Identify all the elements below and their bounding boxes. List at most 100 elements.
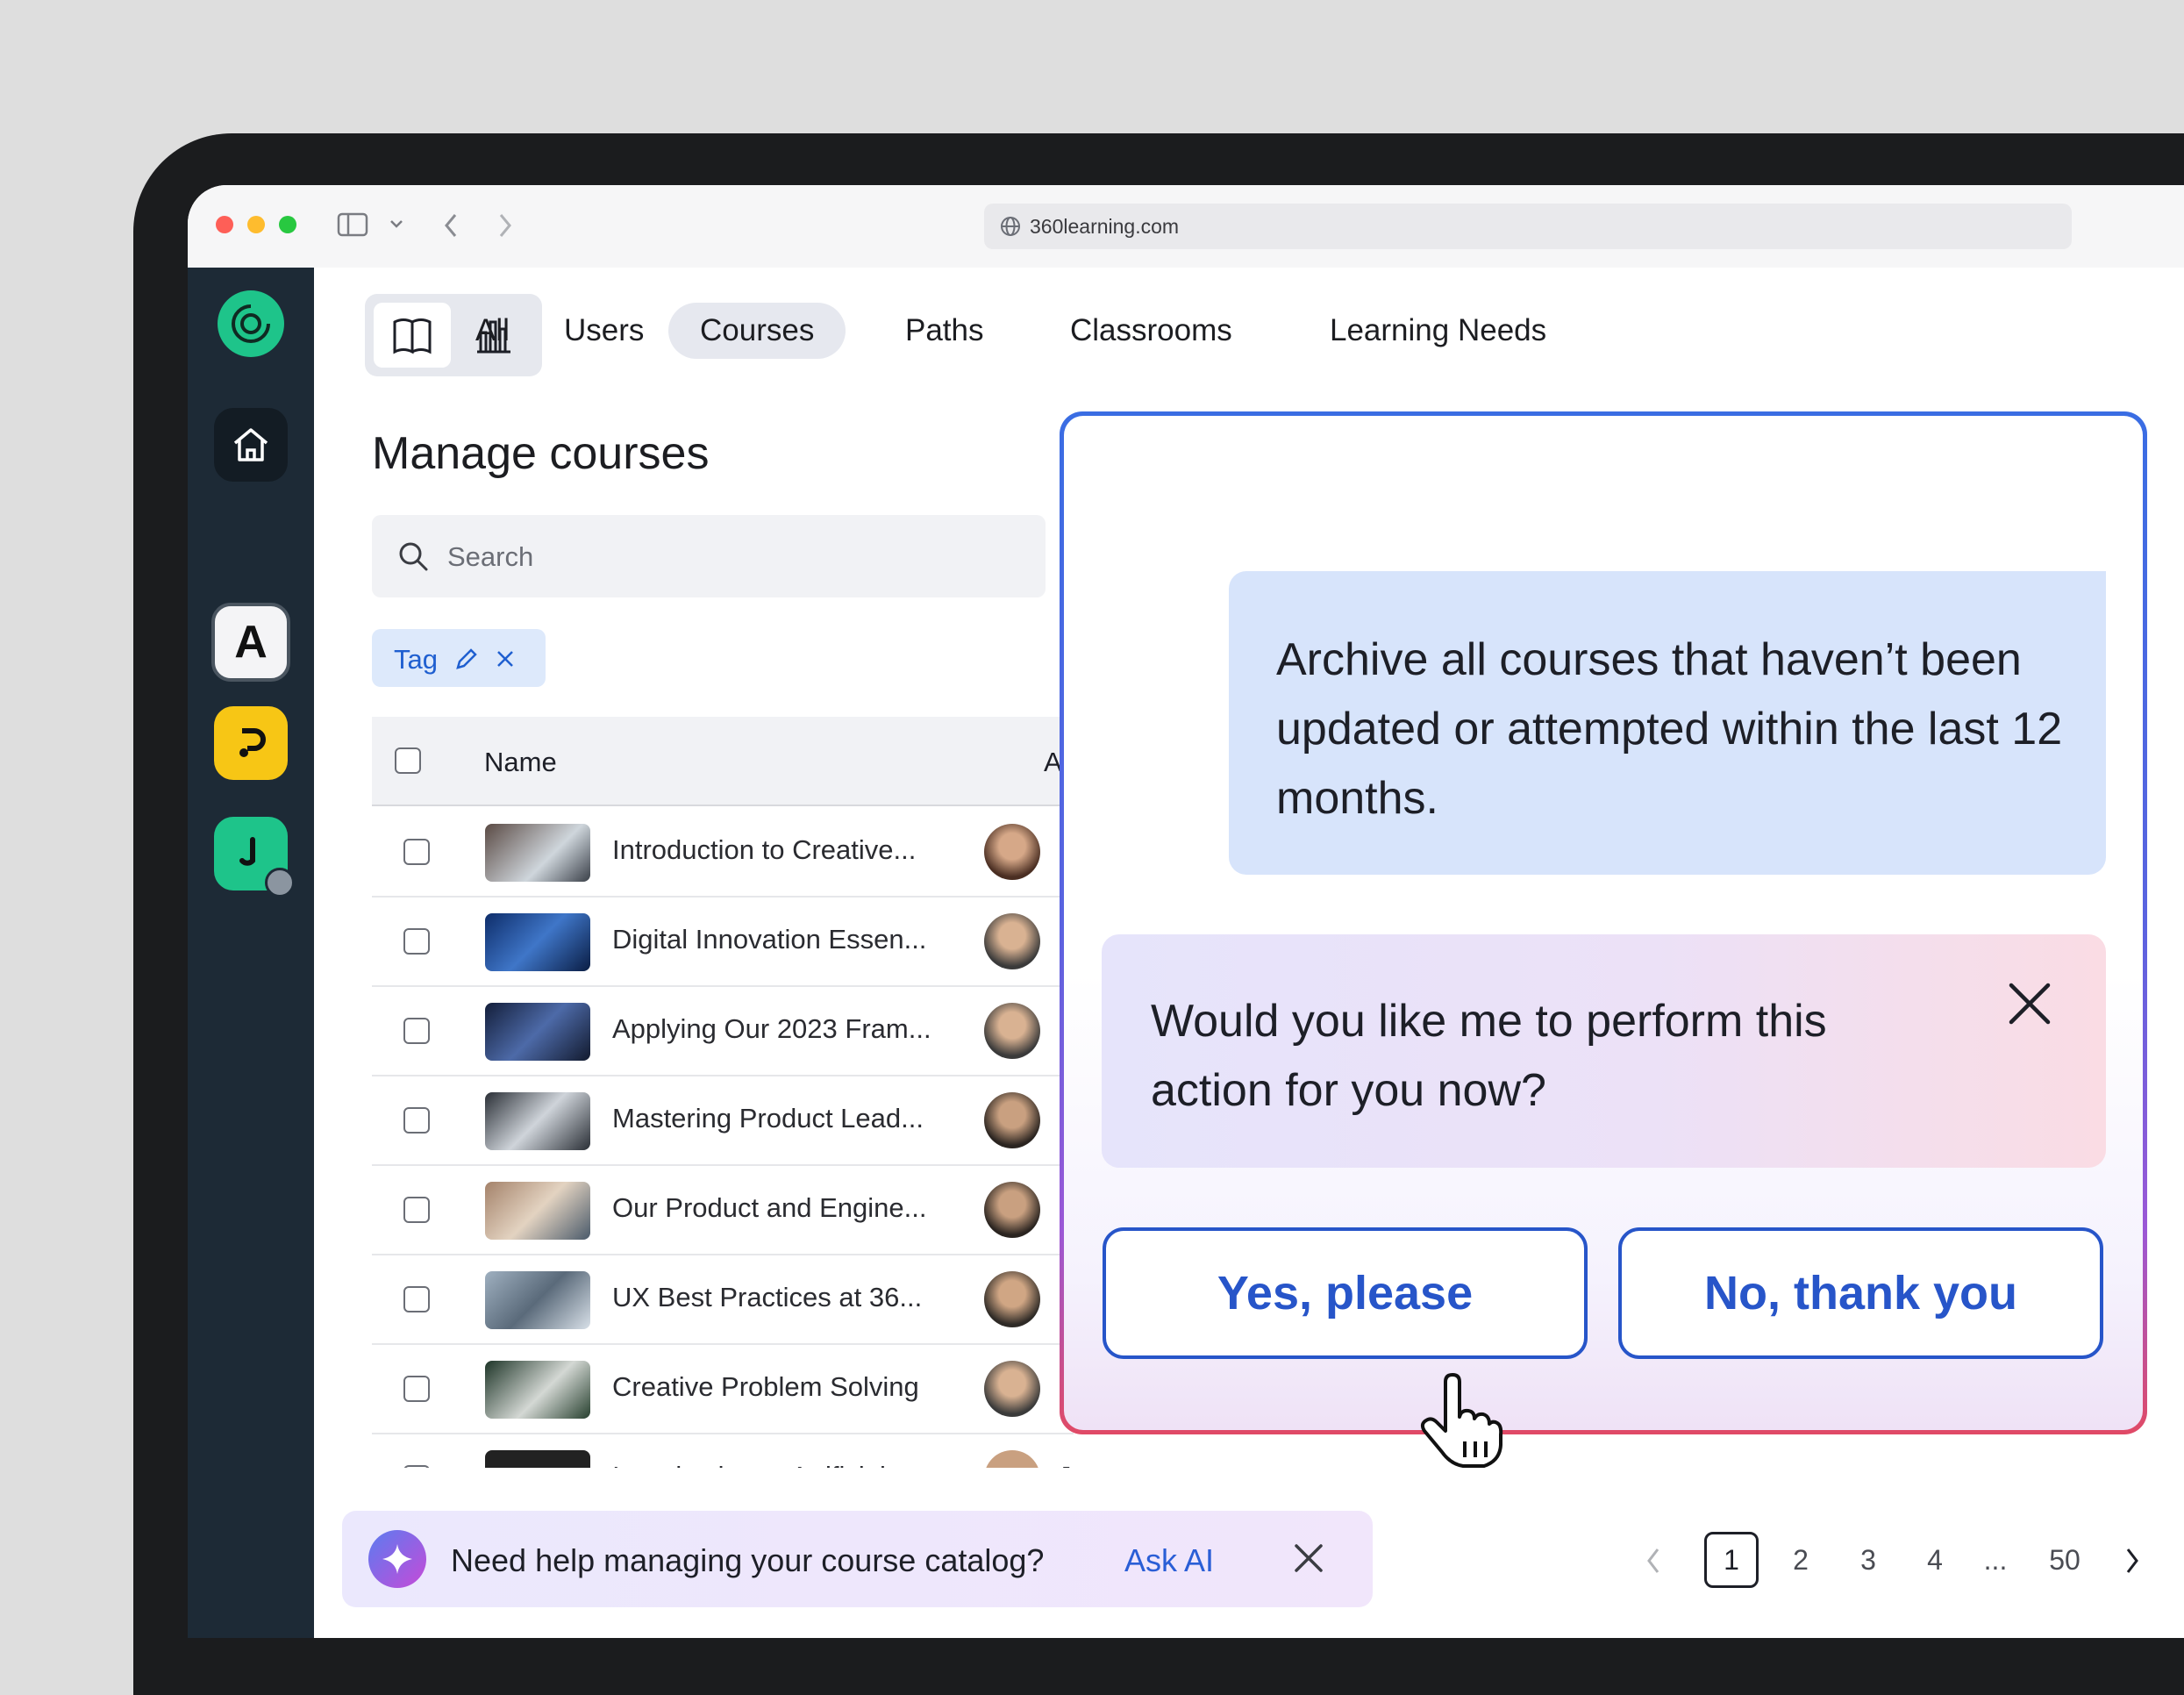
course-thumbnail (485, 1450, 590, 1468)
assistant-question-text: Would you like me to perform this action… (1151, 996, 1827, 1116)
url-text: 360learning.com (1030, 215, 1180, 238)
workspace-green-icon (239, 837, 255, 866)
sidebar-item-workspace-yellow[interactable] (214, 706, 288, 780)
helper-text: Need help managing your course catalog? (451, 1542, 1045, 1578)
tag-filter-chip[interactable]: Tag (372, 629, 546, 687)
row-checkbox[interactable] (403, 839, 430, 865)
table-row[interactable]: Our Product and Engine... (372, 1164, 1074, 1255)
address-bar[interactable]: 360learning.com (984, 204, 2072, 249)
course-thumbnail (485, 913, 590, 971)
app-sidebar: A (188, 268, 314, 1638)
row-checkbox[interactable] (403, 1465, 430, 1468)
table-row[interactable]: Creative Problem Solving (372, 1343, 1074, 1434)
close-helper-icon[interactable] (1291, 1541, 1326, 1576)
minimize-window-button[interactable] (247, 216, 265, 233)
tab-paths[interactable]: Paths (874, 303, 1016, 359)
table-row[interactable]: Digital Innovation Essen... (372, 896, 1074, 987)
assistant-question-card: Would you like me to perform this action… (1102, 934, 2106, 1168)
sidebar-toggle-icon[interactable] (337, 211, 368, 238)
sidebar-item-home[interactable] (214, 408, 288, 482)
tab-classrooms[interactable]: Classrooms (1038, 303, 1264, 359)
next-page-icon[interactable] (2123, 1546, 2142, 1576)
avatar (984, 1271, 1040, 1327)
catalog-view-button[interactable] (374, 303, 451, 368)
ask-ai-link[interactable]: Ask AI (1124, 1542, 1214, 1579)
tab-all[interactable]: All (444, 303, 541, 359)
course-thumbnail (485, 1271, 590, 1329)
browser-toolbar: 360learning.com (188, 185, 2184, 268)
no-thank-you-button[interactable]: No, thank you (1618, 1227, 2103, 1359)
select-all-checkbox[interactable] (395, 747, 421, 774)
close-window-button[interactable] (216, 216, 233, 233)
row-checkbox[interactable] (403, 1197, 430, 1223)
course-name: Applying Our 2023 Fram... (612, 1013, 931, 1044)
course-name: Digital Innovation Essen... (612, 924, 927, 955)
remove-tag-icon[interactable] (495, 648, 516, 669)
course-name: Mastering Product Lead... (612, 1103, 924, 1134)
ask-ai-helper-bar: Need help managing your course catalog? … (342, 1511, 1373, 1607)
table-row[interactable]: Introduction to Creative... (372, 806, 1074, 898)
workspace-a-letter: A (234, 617, 268, 668)
sidebar-item-workspace-green[interactable] (214, 817, 295, 898)
page-ellipsis: ... (1983, 1544, 2008, 1576)
page-1-button[interactable]: 1 (1704, 1532, 1759, 1588)
table-row[interactable]: Mastering Product Lead... (372, 1075, 1074, 1166)
page-50-button[interactable]: 50 (2037, 1532, 2093, 1588)
course-name: Introduction to Artificial... (612, 1461, 909, 1468)
course-name: Our Product and Engine... (612, 1192, 927, 1223)
tab-users[interactable]: Users (532, 303, 675, 359)
course-author: John Doe (1058, 1461, 1074, 1468)
table-row[interactable]: UX Best Practices at 36... (372, 1254, 1074, 1345)
table-row[interactable]: Applying Our 2023 Fram... (372, 985, 1074, 1076)
search-input[interactable]: Search (372, 515, 1046, 597)
user-message-text: Archive all courses that haven’t been up… (1276, 634, 2063, 824)
book-icon (393, 318, 432, 354)
row-checkbox[interactable] (403, 1286, 430, 1312)
zoom-window-button[interactable] (279, 216, 296, 233)
page-2-button[interactable]: 2 (1786, 1532, 1816, 1588)
avatar (984, 1361, 1040, 1417)
row-checkbox[interactable] (403, 928, 430, 955)
hand-cursor-icon (1420, 1373, 1503, 1468)
avatar (984, 1092, 1040, 1148)
yes-please-button[interactable]: Yes, please (1103, 1227, 1588, 1359)
course-thumbnail (485, 1182, 590, 1240)
page-4-button[interactable]: 4 (1920, 1532, 1950, 1588)
avatar (984, 1003, 1040, 1059)
row-checkbox[interactable] (403, 1376, 430, 1402)
clock-badge-icon (265, 868, 295, 898)
course-name: UX Best Practices at 36... (612, 1282, 923, 1312)
row-checkbox[interactable] (403, 1107, 430, 1134)
sparkle-icon (382, 1544, 412, 1574)
search-placeholder: Search (447, 541, 534, 572)
back-arrow-icon[interactable] (442, 211, 460, 240)
tab-courses[interactable]: Courses (668, 303, 846, 359)
user-message-bubble: Archive all courses that haven’t been up… (1229, 571, 2106, 875)
prev-page-icon[interactable] (1644, 1546, 1663, 1576)
search-icon (399, 542, 428, 571)
course-name: Creative Problem Solving (612, 1371, 919, 1402)
avatar (984, 1450, 1040, 1468)
course-thumbnail (485, 1361, 590, 1419)
table-row[interactable]: Introduction to Artificial... John Doe (372, 1433, 1074, 1468)
forward-arrow-icon[interactable] (496, 211, 514, 240)
row-checkbox[interactable] (403, 1018, 430, 1044)
column-name: Name (484, 747, 557, 777)
page-3-button[interactable]: 3 (1853, 1532, 1883, 1588)
page-title: Manage courses (372, 428, 710, 479)
app-logo[interactable] (218, 290, 284, 357)
tag-filter-label: Tag (394, 644, 438, 675)
logo-icon (232, 304, 271, 343)
sidebar-item-workspace-a[interactable]: A (211, 603, 290, 682)
home-icon (233, 428, 268, 461)
workspace-yellow-icon (239, 728, 266, 757)
tab-learning-needs[interactable]: Learning Needs (1298, 303, 1578, 359)
course-name: Introduction to Creative... (612, 834, 917, 865)
avatar (984, 824, 1040, 880)
chevron-down-icon[interactable] (389, 218, 403, 229)
avatar (984, 913, 1040, 969)
close-icon[interactable] (2004, 978, 2055, 1029)
table-header: Name A (372, 717, 1074, 806)
avatar (984, 1182, 1040, 1238)
edit-pencil-icon[interactable] (454, 647, 479, 671)
